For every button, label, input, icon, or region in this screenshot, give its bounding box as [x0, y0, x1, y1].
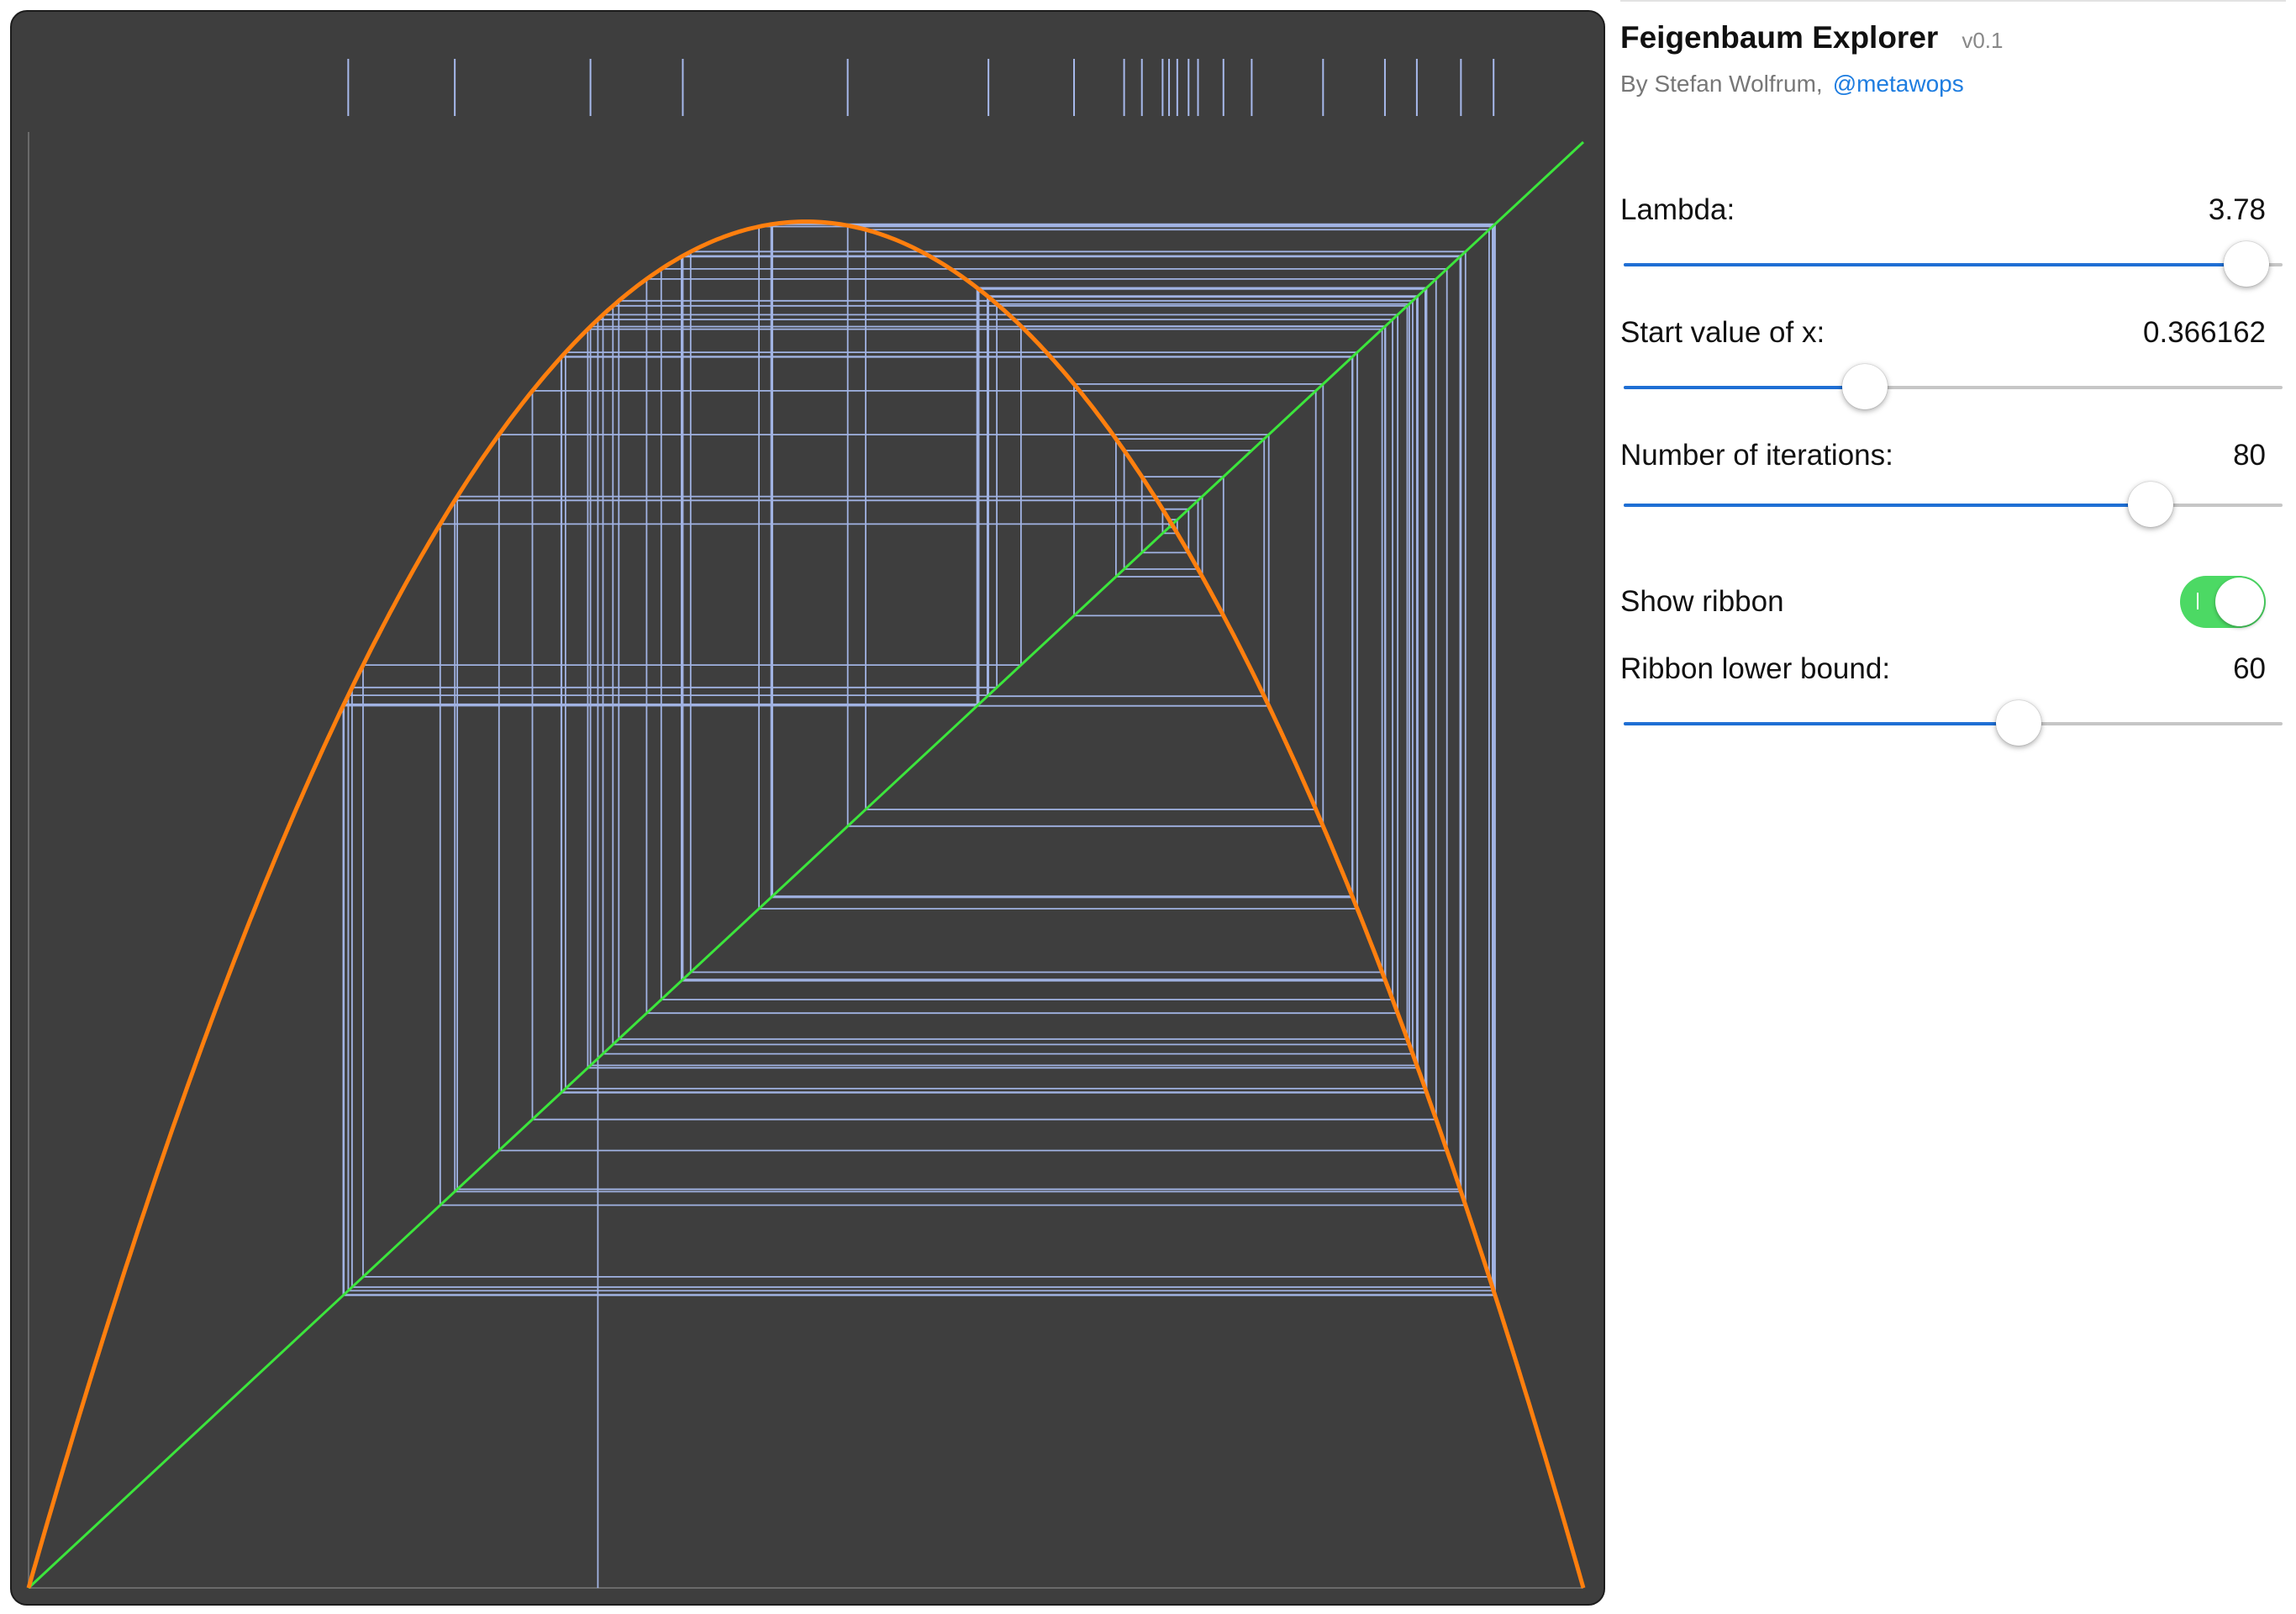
show-ribbon-label: Show ribbon [1620, 585, 1784, 618]
identity-line [27, 140, 1585, 1590]
slider-fill [1624, 386, 1866, 389]
iterations-value: 80 [2233, 439, 2266, 472]
slider-thumb[interactable] [1996, 700, 2042, 746]
app-title: Feigenbaum Explorer [1620, 20, 1939, 55]
start-x-slider[interactable] [1624, 362, 2283, 413]
slider-fill [1624, 263, 2246, 266]
logistic-curve [26, 219, 1586, 1589]
lambda-slider[interactable] [1624, 240, 2283, 290]
lambda-value: 3.78 [2208, 193, 2266, 226]
byline: By Stefan Wolfrum, @metawops [1620, 71, 1964, 98]
plot-canvas[interactable] [10, 10, 1605, 1606]
ribbon-lower-value: 60 [2233, 652, 2266, 685]
slider-fill [1624, 504, 2151, 507]
control-panel: Feigenbaum Explorer v0.1 By Stefan Wolfr… [1620, 0, 2286, 1614]
cobweb-path [342, 223, 1496, 1588]
start-x-value: 0.366162 [2143, 316, 2266, 349]
version-label: v0.1 [1962, 28, 2004, 53]
author-name: By Stefan Wolfrum, [1620, 71, 1823, 97]
lambda-label: Lambda: [1620, 193, 1735, 226]
iterations-slider[interactable] [1624, 480, 2283, 530]
slider-thumb[interactable] [1842, 364, 1888, 409]
start-x-label: Start value of x: [1620, 316, 1825, 349]
title-row: Feigenbaum Explorer v0.1 [1620, 20, 2003, 55]
slider-thumb[interactable] [2128, 482, 2174, 527]
ribbon-lower-label: Ribbon lower bound: [1620, 652, 1891, 685]
toggle-on-mark [2197, 593, 2199, 609]
show-ribbon-toggle[interactable] [2180, 576, 2266, 628]
cobweb-plot [26, 59, 1586, 1590]
slider-thumb[interactable] [2223, 241, 2269, 287]
slider-fill [1624, 722, 2020, 725]
ribbon-lower-slider[interactable] [1624, 699, 2283, 749]
toggle-knob [2215, 578, 2264, 626]
author-handle-link[interactable]: @metawops [1833, 71, 1964, 97]
iterations-label: Number of iterations: [1620, 439, 1893, 472]
